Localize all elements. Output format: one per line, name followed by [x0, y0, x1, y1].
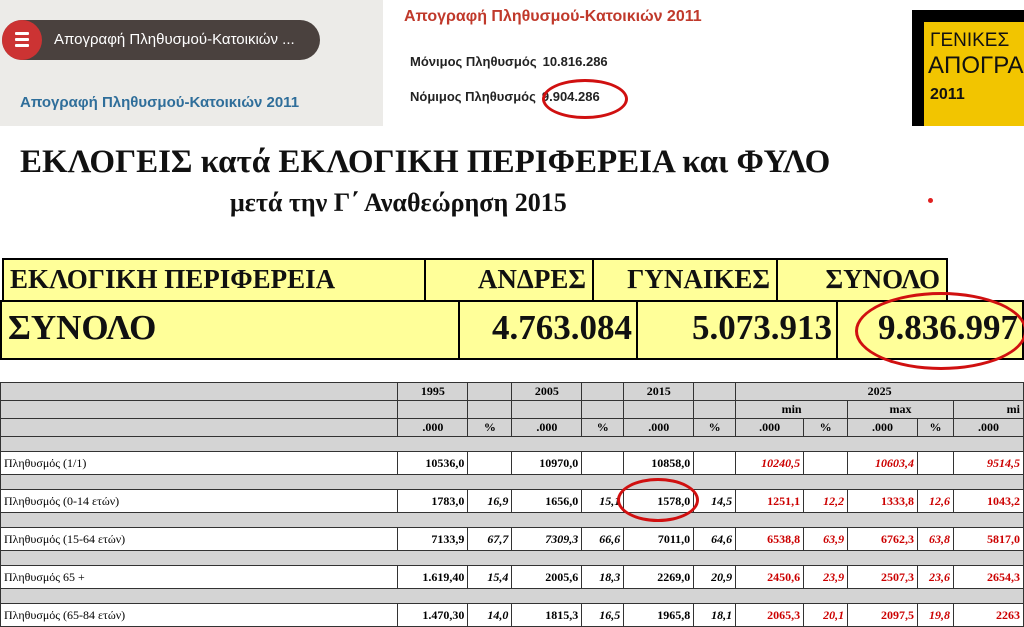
heading-line1: ΕΚΛΟΓΕΙΣ κατά ΕΚΛΟΓΙΚΗ ΠΕΡΙΦΕΡΕΙΑ και ΦΥ… — [20, 144, 831, 180]
highlight-ellipse — [542, 79, 628, 119]
unit-cell: .000 — [952, 418, 1024, 437]
unit-cell: % — [693, 418, 737, 437]
table-row: Πληθυσμός (0-14 ετών) 1783,0 16,9 1656,0… — [0, 489, 1024, 513]
year-2025: 2025 — [735, 382, 1024, 401]
row-label: Πληθυσμός (15-64 ετών) — [0, 527, 399, 551]
summary-header-region: ΕΚΛΟΓΙΚΗ ΠΕΡΙΦΕΡΕΙΑ — [2, 258, 426, 302]
permanent-population-row: Μόνιμος Πληθυσμός 10.816.286 — [410, 54, 608, 69]
year-1995: 1995 — [397, 382, 469, 401]
unit-cell: % — [803, 418, 849, 437]
heading-line2: μετά την Γ΄ Αναθεώρηση 2015 — [230, 188, 567, 217]
scenario-max: max — [847, 400, 954, 419]
unit-cell: .000 — [511, 418, 583, 437]
legal-population-label: Νόμιμος Πληθυσμός — [410, 89, 536, 104]
summary-header-men: ΑΝΔΡΕΣ — [424, 258, 594, 302]
unit-cell: .000 — [623, 418, 695, 437]
unit-cell: .000 — [735, 418, 805, 437]
table-row: Πληθυσμός (65-84 ετών) 1.470,30 14,0 181… — [0, 603, 1024, 627]
row-label: Πληθυσμός (65-84 ετών) — [0, 603, 399, 627]
unit-header-row: .000 % .000 % .000 % .000 % .000 % .000 — [0, 418, 1024, 437]
logo-line1: ΓΕΝΙΚΕΣ — [930, 30, 1010, 51]
census-title[interactable]: Απογραφή Πληθυσμού-Κατοικιών 2011 — [404, 8, 702, 26]
unit-cell: .000 — [847, 418, 918, 437]
unit-cell: % — [917, 418, 954, 437]
year-2005: 2005 — [511, 382, 583, 401]
summary-header-women: ΓΥΝΑΙΚΕΣ — [592, 258, 778, 302]
table-row: Πληθυσμός (15-64 ετών) 7133,9 67,7 7309,… — [0, 527, 1024, 551]
row-label: Πληθυσμός (0-14 ετών) — [0, 489, 399, 513]
scenario-last: mi — [952, 400, 1024, 419]
summary-men-value: 4.763.084 — [458, 300, 638, 360]
year-2015: 2015 — [623, 382, 695, 401]
permanent-population-value: 10.816.286 — [542, 54, 608, 69]
logo-line2: ΑΠΟΓΡΑ — [928, 52, 1024, 79]
unit-cell: % — [467, 418, 513, 437]
highlight-ellipse-2015 — [617, 478, 699, 522]
year-header-row: 1995 2005 2015 2025 — [0, 382, 1024, 401]
scenario-min: min — [735, 400, 849, 419]
unit-cell: .000 — [397, 418, 469, 437]
row-label: Πληθυσμός 65 + — [0, 565, 399, 589]
red-dot — [928, 198, 933, 203]
unit-cell: % — [581, 418, 625, 437]
row-label: Πληθυσμός (1/1) — [0, 451, 399, 475]
left-panel-title[interactable]: Απογραφή Πληθυσμού-Κατοικιών 2011 — [20, 94, 299, 111]
population-table: 1995 2005 2015 2025 min max mi .000 % .0… — [0, 382, 1024, 627]
menu-label: Απογραφή Πληθυσμού-Κατοικιών ... — [54, 31, 295, 48]
scenario-header-row: min max mi — [0, 400, 1024, 419]
left-panel: Απογραφή Πληθυσμού-Κατοικιών ... Απογραφ… — [0, 0, 383, 126]
summary-row-label: ΣΥΝΟΛΟ — [0, 300, 460, 360]
highlight-ellipse-total — [855, 292, 1024, 370]
table-row: Πληθυσμός (1/1) 10536,0 10970,0 10858,0 … — [0, 451, 1024, 475]
census-logo: ΓΕΝΙΚΕΣ ΑΠΟΓΡΑ 2011 — [912, 10, 1024, 126]
menu-pill[interactable]: Απογραφή Πληθυσμού-Κατοικιών ... — [2, 20, 320, 60]
logo-line3: 2011 — [930, 86, 965, 103]
summary-women-value: 5.073.913 — [636, 300, 838, 360]
permanent-population-label: Μόνιμος Πληθυσμός — [410, 54, 537, 69]
table-row: Πληθυσμός 65 + 1.619,40 15,4 2005,6 18,3… — [0, 565, 1024, 589]
hamburger-menu-icon[interactable] — [2, 20, 42, 60]
